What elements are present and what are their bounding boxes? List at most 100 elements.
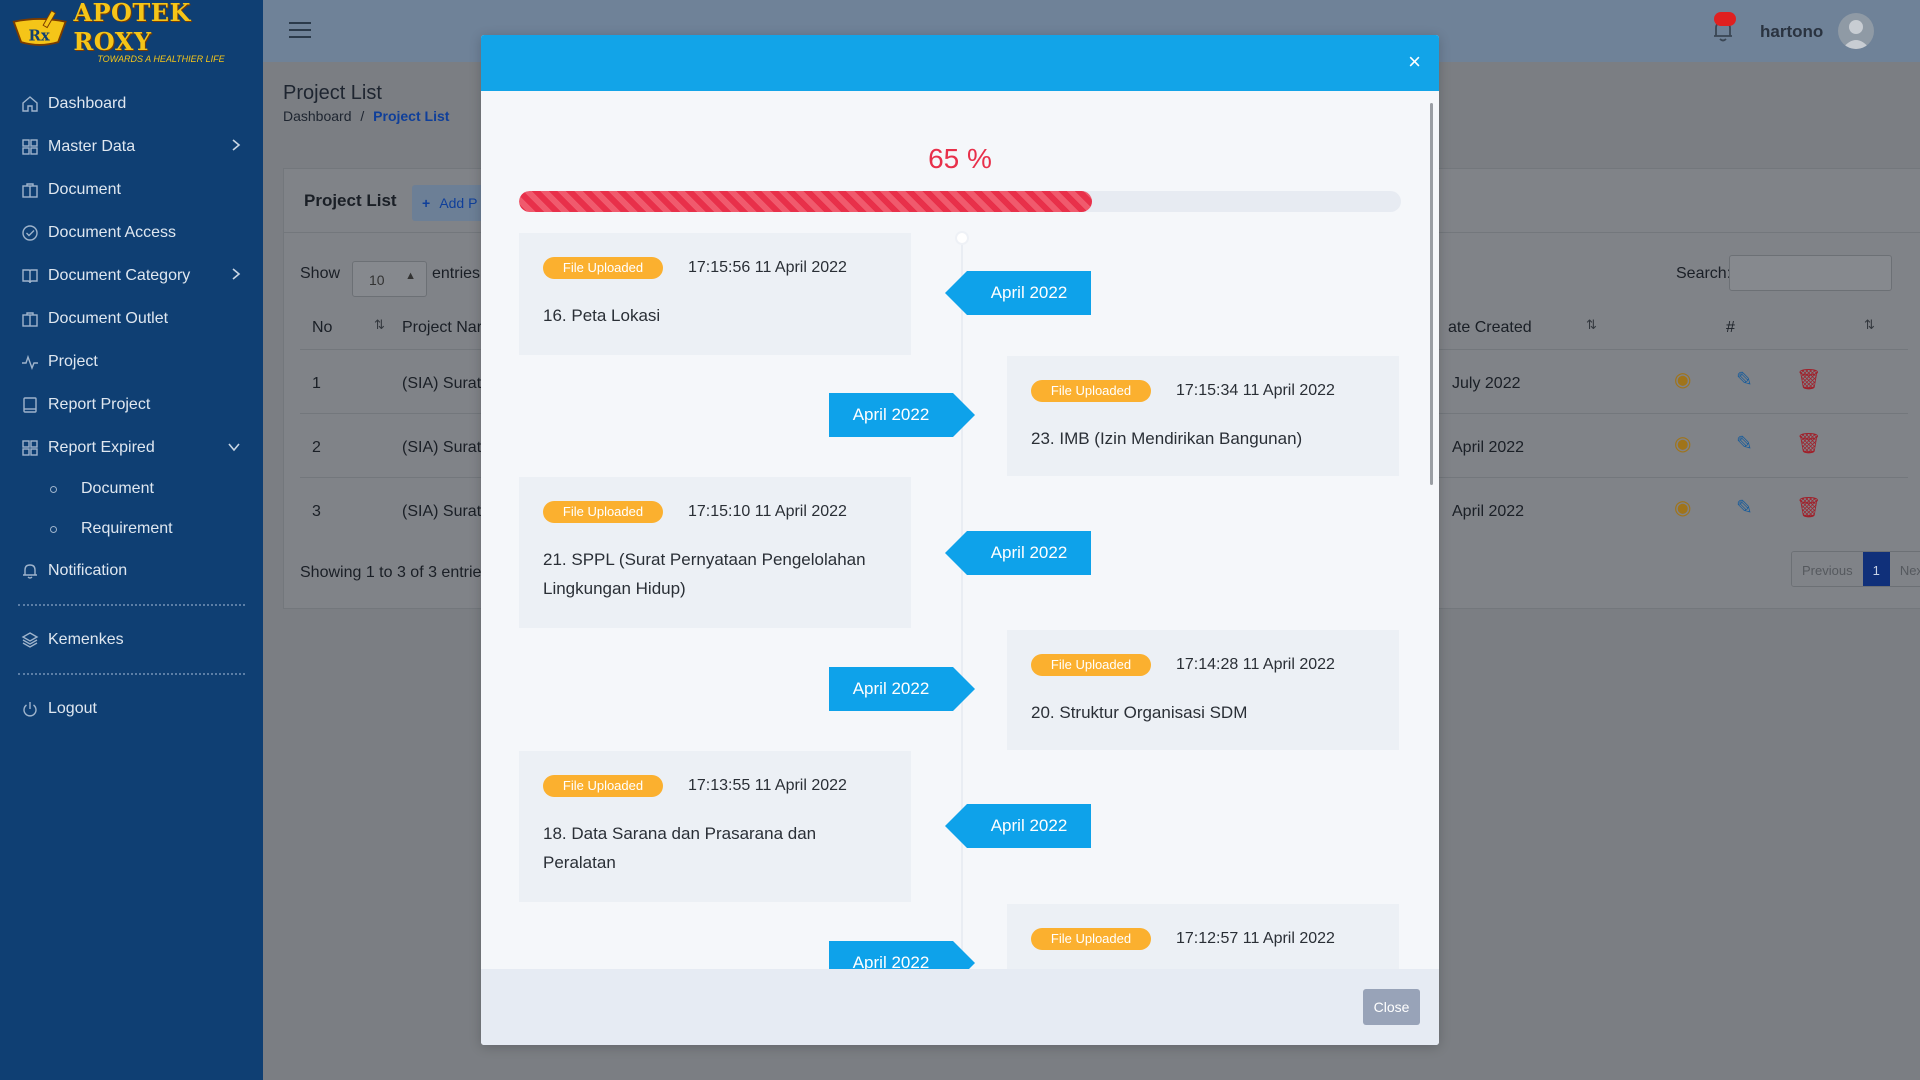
status-badge: File Uploaded — [1031, 654, 1151, 676]
sidebar-subitem-document[interactable]: Document — [0, 469, 263, 509]
view-eye-icon[interactable]: ◉ — [1674, 495, 1691, 520]
report-icon — [20, 395, 40, 415]
status-badge: File Uploaded — [1031, 928, 1151, 950]
menu-toggle-icon[interactable] — [289, 22, 311, 38]
sort-icon[interactable]: ⇅ — [1864, 317, 1875, 333]
sidebar-item-document[interactable]: Document — [0, 168, 263, 211]
notification-badge — [1714, 12, 1736, 26]
timeline-entry: File Uploaded 17:14:28 11 April 2022 20.… — [1007, 630, 1399, 750]
sidebar-item-document-outlet[interactable]: Document Outlet — [0, 297, 263, 340]
modal-header: × — [481, 35, 1439, 91]
page-size-select[interactable]: 10 ▲ — [352, 261, 427, 297]
chevron-right-icon — [231, 267, 241, 286]
entry-timestamp: 17:15:10 11 April 2022 — [688, 503, 847, 520]
sidebar-item-report-project[interactable]: Report Project — [0, 383, 263, 426]
sidebar: Rx APOTEK ROXY TOWARDS A HEALTHIER LIFE … — [0, 0, 263, 1080]
sidebar-subitem-label: Requirement — [81, 520, 173, 537]
avatar[interactable] — [1838, 13, 1874, 49]
sort-icon[interactable]: ⇅ — [374, 317, 385, 333]
pagination-previous[interactable]: Previous — [1792, 552, 1863, 586]
column-header-actions: # — [1726, 319, 1735, 336]
delete-trash-icon[interactable]: 🗑 — [1796, 367, 1821, 392]
sidebar-item-report-expired[interactable]: Report Expired — [0, 426, 263, 469]
timeline-dot — [955, 231, 969, 245]
timeline-date-tag: April 2022 — [945, 531, 1091, 575]
status-badge: File Uploaded — [543, 257, 663, 279]
circle-bullet-icon — [50, 525, 57, 533]
page-size-value: 10 — [369, 272, 385, 288]
sidebar-item-label: Report Project — [48, 395, 151, 413]
close-button[interactable]: Close — [1363, 989, 1420, 1025]
column-header-no[interactable]: No — [312, 319, 332, 337]
sidebar-item-label: Document — [48, 180, 121, 198]
breadcrumb-current: Project List — [373, 108, 450, 124]
mortar-logo-icon: Rx — [12, 10, 67, 46]
table-cell-project: (SIA) Surat — [402, 375, 482, 392]
chevron-right-icon — [231, 138, 241, 157]
edit-pencil-icon[interactable]: ✎ — [1736, 431, 1753, 456]
sidebar-item-document-category[interactable]: Document Category — [0, 254, 263, 297]
modal-footer: Close — [481, 969, 1439, 1045]
timeline-date-tag: April 2022 — [945, 271, 1091, 315]
check-circle-icon — [20, 223, 40, 243]
grid-icon — [20, 137, 40, 157]
sidebar-item-label: Document Access — [48, 223, 177, 241]
breadcrumb-separator: / — [360, 108, 365, 124]
table-cell-no: 3 — [312, 503, 321, 520]
edit-pencil-icon[interactable]: ✎ — [1736, 495, 1753, 520]
table-cell-date: July 2022 — [1452, 375, 1521, 392]
column-header-project[interactable]: Project Nar — [402, 319, 482, 337]
search-input[interactable] — [1729, 255, 1892, 291]
entry-timestamp: 17:12:57 11 April 2022 — [1176, 930, 1335, 947]
pagination-page-1[interactable]: 1 — [1862, 552, 1890, 586]
timeline-date-tag: April 2022 — [945, 804, 1091, 848]
sidebar-item-notification[interactable]: Notification — [0, 549, 263, 592]
briefcase-icon — [20, 180, 40, 200]
power-icon — [20, 699, 40, 719]
grid-icon — [20, 438, 40, 458]
book-icon — [20, 266, 40, 286]
modal-body[interactable]: 65 % File Uploaded 17:15:56 11 April 202… — [481, 91, 1439, 1005]
delete-trash-icon[interactable]: 🗑 — [1796, 495, 1821, 520]
progress-bar — [519, 191, 1401, 212]
sidebar-item-dashboard[interactable]: Dashboard — [0, 82, 263, 125]
view-eye-icon[interactable]: ◉ — [1674, 367, 1691, 392]
show-label: Show — [300, 265, 341, 282]
brand-tagline: TOWARDS A HEALTHIER LIFE — [97, 54, 225, 64]
briefcase-icon — [20, 309, 40, 329]
timeline-date-tag: April 2022 — [829, 667, 975, 711]
table-cell-date: April 2022 — [1452, 503, 1525, 520]
timeline-entry: File Uploaded 17:13:55 11 April 2022 18.… — [519, 751, 911, 902]
timeline-date-tag: April 2022 — [829, 393, 975, 437]
svg-text:Rx: Rx — [29, 27, 50, 44]
edit-pencil-icon[interactable]: ✎ — [1736, 367, 1753, 392]
sidebar-item-label: Kemenkes — [48, 630, 124, 648]
pagination-next[interactable]: Next — [1889, 552, 1920, 586]
sidebar-item-project[interactable]: Project — [0, 340, 263, 383]
card-title: Project List — [304, 191, 397, 210]
breadcrumb: Dashboard / Project List — [283, 108, 449, 124]
sidebar-item-label: Report Expired — [48, 438, 155, 456]
home-icon — [20, 94, 40, 114]
sidebar-item-kemenkes[interactable]: Kemenkes — [0, 618, 263, 661]
view-eye-icon[interactable]: ◉ — [1674, 431, 1691, 456]
add-project-label: Add P — [439, 195, 478, 211]
bell-icon — [20, 561, 40, 581]
breadcrumb-home[interactable]: Dashboard — [283, 108, 352, 124]
sidebar-item-label: Dashboard — [48, 94, 127, 112]
sidebar-item-master-data[interactable]: Master Data — [0, 125, 263, 168]
close-icon[interactable]: × — [1408, 49, 1421, 75]
column-header-date-created[interactable]: ate Created — [1448, 319, 1532, 337]
project-progress-modal: × 65 % File Uploaded 17:15:56 11 April 2… — [481, 35, 1439, 1045]
sidebar-item-document-access[interactable]: Document Access — [0, 211, 263, 254]
sidebar-nav: Dashboard Master Data Document Document … — [0, 82, 263, 730]
brand-logo[interactable]: Rx APOTEK ROXY TOWARDS A HEALTHIER LIFE — [0, 0, 263, 64]
table-cell-no: 1 — [312, 375, 321, 392]
table-info: Showing 1 to 3 of 3 entrie — [300, 564, 482, 581]
chevron-down-icon — [227, 439, 241, 457]
sidebar-item-logout[interactable]: Logout — [0, 687, 263, 730]
sidebar-subitem-requirement[interactable]: Requirement — [0, 509, 263, 549]
user-name[interactable]: hartono — [1760, 22, 1823, 42]
sort-icon[interactable]: ⇅ — [1586, 317, 1597, 333]
delete-trash-icon[interactable]: 🗑 — [1796, 431, 1821, 456]
